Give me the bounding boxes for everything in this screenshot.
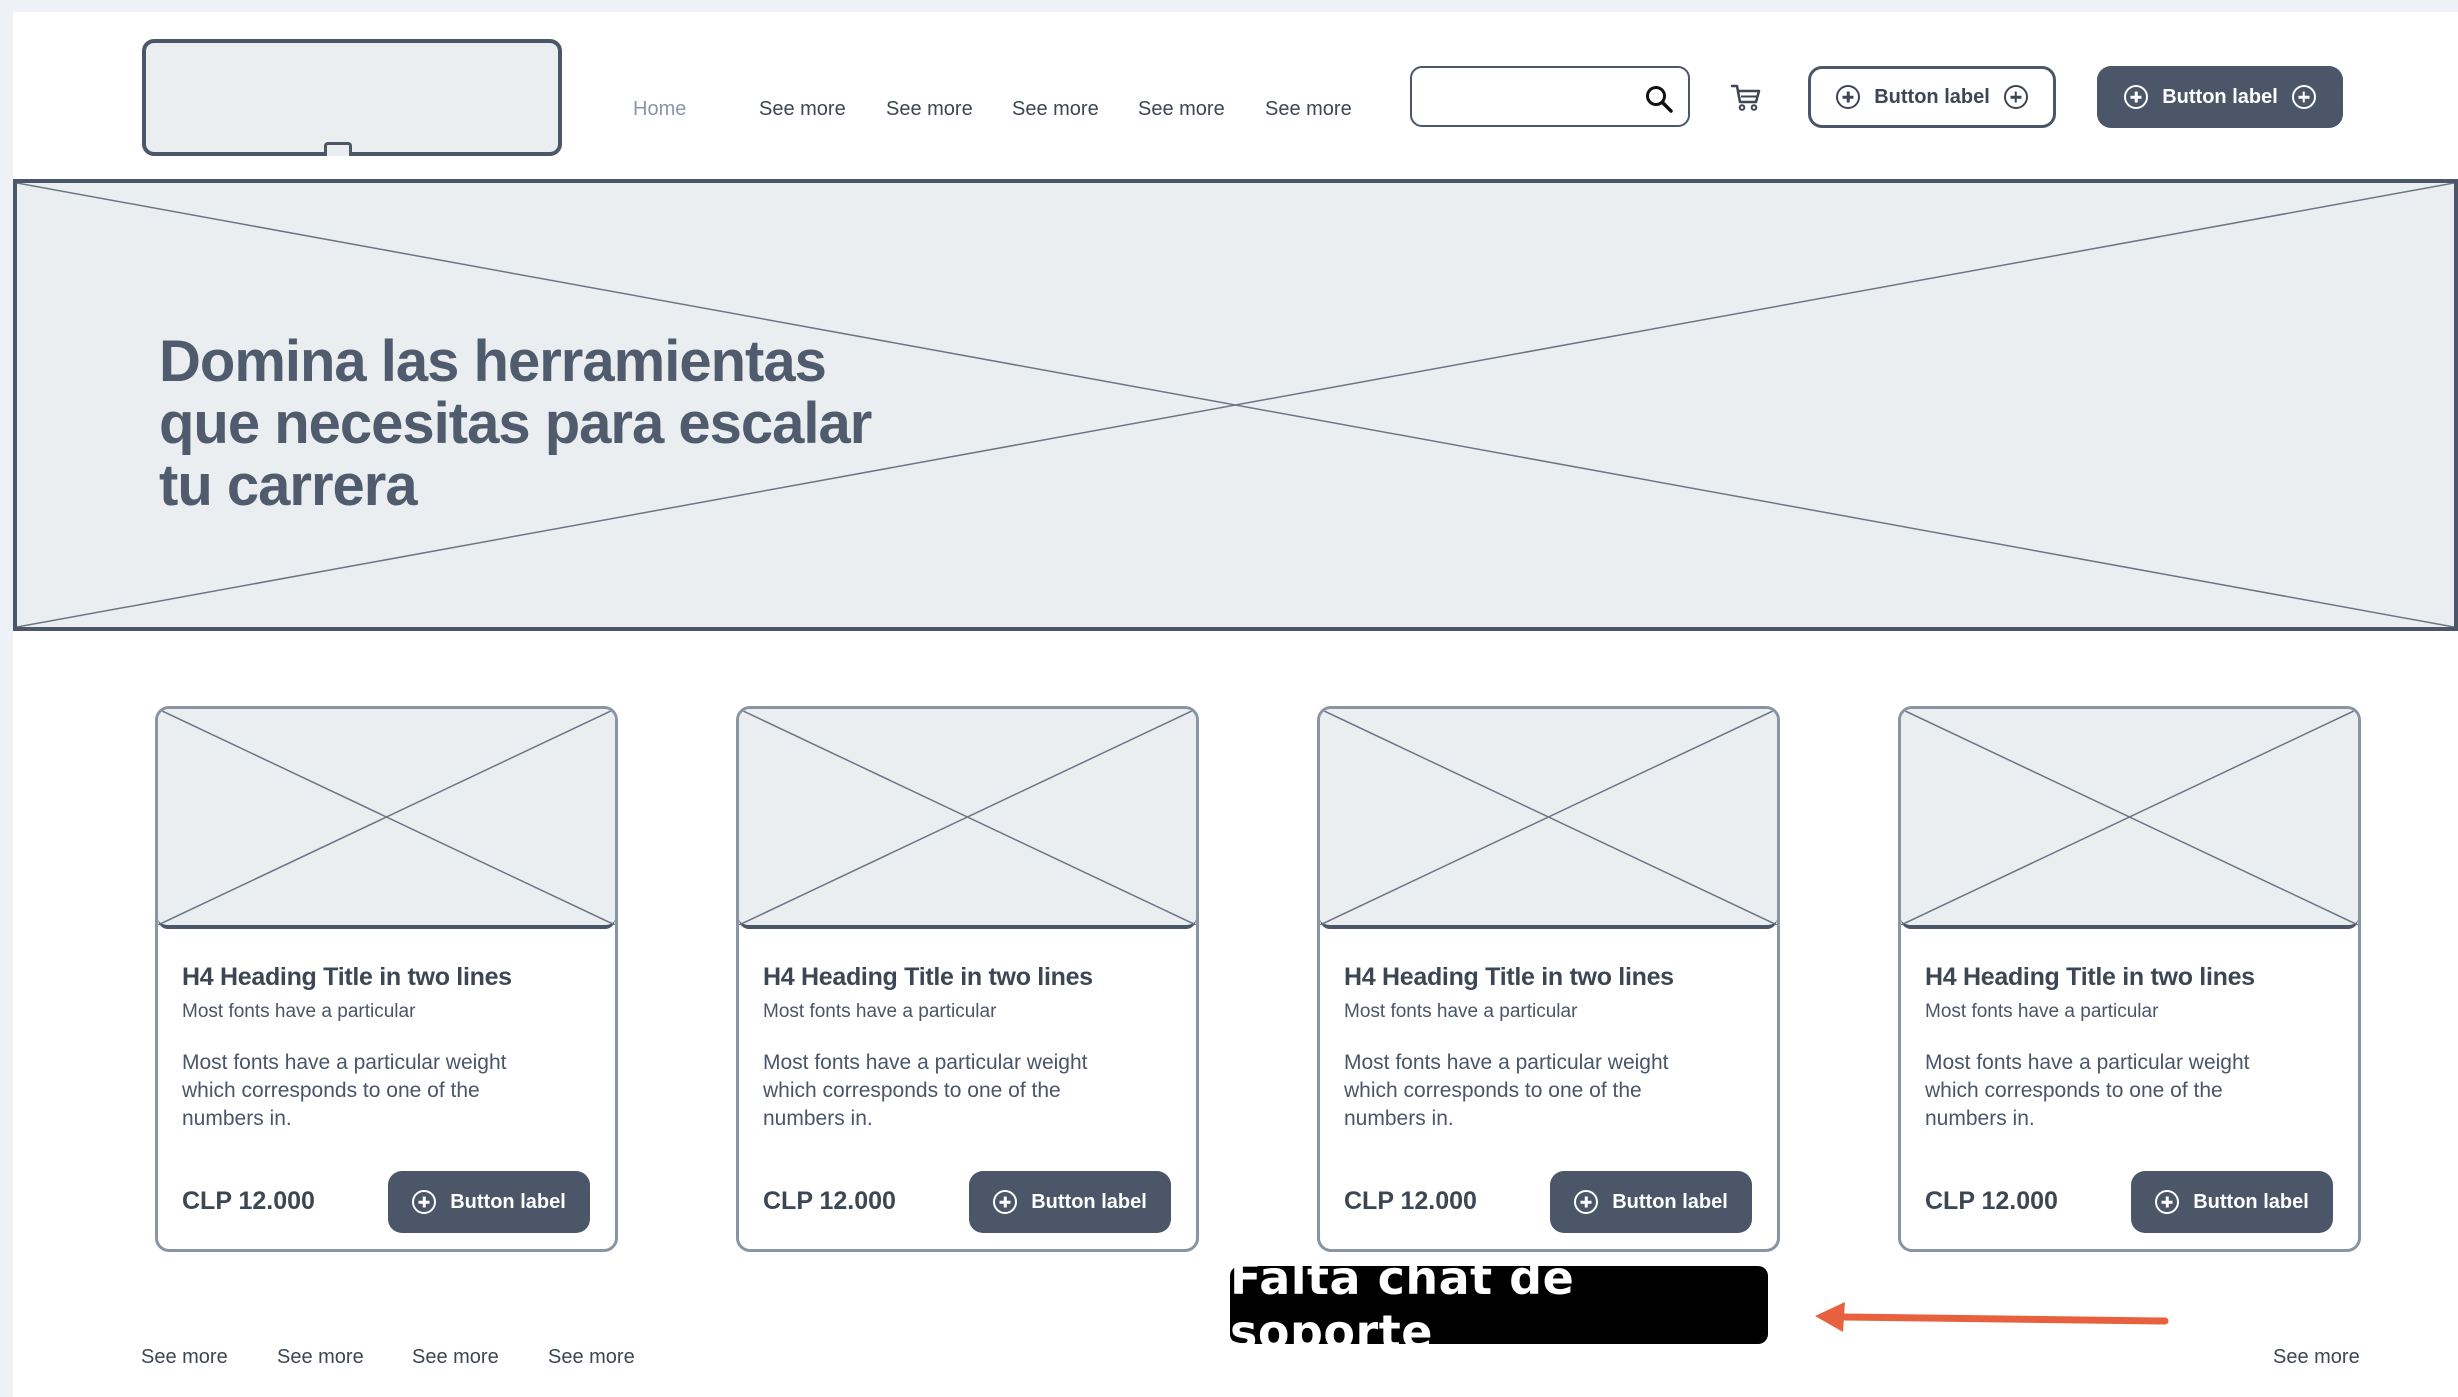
card-button-label: Button label (1031, 1190, 1147, 1213)
review-callout: Falta chat de soporte (1230, 1251, 1768, 1359)
footer-see-more-link[interactable]: See more (2273, 1346, 2360, 1369)
plus-circle-icon (2124, 85, 2149, 109)
logo-handle-icon (324, 142, 352, 156)
card-image-placeholder (739, 709, 1196, 929)
search-box[interactable] (1410, 66, 1690, 127)
card-add-button[interactable]: Button label (2131, 1171, 2333, 1233)
card-price: CLP 12.000 (763, 1187, 896, 1215)
plus-circle-icon (2155, 1190, 2180, 1214)
product-card[interactable]: H4 Heading Title in two lines Most fonts… (1898, 706, 2361, 1252)
card-image-placeholder (1320, 709, 1777, 929)
primary-button[interactable]: Button label (2097, 66, 2343, 128)
primary-button-label: Button label (2162, 85, 2278, 108)
hero-title: Domina las herramientas que necesitas pa… (159, 331, 919, 517)
nav-see-more-link[interactable]: See more (759, 98, 846, 121)
product-card[interactable]: H4 Heading Title in two lines Most fonts… (736, 706, 1199, 1252)
card-description: Most fonts have a particular weight whic… (763, 1051, 1088, 1130)
card-add-button[interactable]: Button label (1550, 1171, 1752, 1233)
card-title: H4 Heading Title in two lines (1925, 963, 2255, 991)
card-price: CLP 12.000 (1925, 1187, 2058, 1215)
card-subtitle: Most fonts have a particular (1344, 1001, 1578, 1022)
nav-see-more-link[interactable]: See more (1138, 98, 1225, 121)
image-placeholder-icon (1320, 709, 1777, 925)
plus-circle-icon (412, 1190, 437, 1214)
card-price: CLP 12.000 (1344, 1187, 1477, 1215)
card-price: CLP 12.000 (182, 1187, 315, 1215)
arrow-left-icon (1815, 1302, 2169, 1332)
hero-title-line: tu carrera (159, 453, 418, 518)
plus-circle-icon (993, 1190, 1018, 1214)
plus-circle-icon (1836, 85, 1861, 109)
hero-title-line: Domina las herramientas (159, 329, 827, 394)
card-image-placeholder (1901, 709, 2358, 929)
footer-see-more-link[interactable]: See more (277, 1346, 364, 1369)
outline-button[interactable]: Button label (1808, 66, 2056, 128)
logo-placeholder[interactable] (142, 39, 562, 156)
card-image-placeholder (158, 709, 615, 929)
page-canvas: Home See more See more See more See more… (13, 12, 2458, 1397)
search-icon[interactable] (1644, 84, 1674, 114)
nav-see-more-link[interactable]: See more (1265, 98, 1352, 121)
card-add-button[interactable]: Button label (969, 1171, 1171, 1233)
plus-circle-icon (2291, 85, 2316, 109)
card-description: Most fonts have a particular weight whic… (182, 1051, 507, 1130)
card-subtitle: Most fonts have a particular (763, 1001, 997, 1022)
product-card[interactable]: H4 Heading Title in two lines Most fonts… (1317, 706, 1780, 1252)
nav-home-link[interactable]: Home (633, 98, 686, 121)
plus-circle-icon (1574, 1190, 1599, 1214)
footer-see-more-link[interactable]: See more (412, 1346, 499, 1369)
card-title: H4 Heading Title in two lines (1344, 963, 1674, 991)
image-placeholder-icon (1901, 709, 2358, 925)
image-placeholder-icon (158, 709, 615, 925)
card-add-button[interactable]: Button label (388, 1171, 590, 1233)
card-subtitle: Most fonts have a particular (182, 1001, 416, 1022)
cart-icon[interactable] (1730, 82, 1762, 112)
hero-title-line: que necesitas para escalar (159, 391, 872, 456)
card-button-label: Button label (1612, 1190, 1728, 1213)
footer-see-more-link[interactable]: See more (141, 1346, 228, 1369)
search-input[interactable] (1428, 80, 1638, 114)
card-button-label: Button label (450, 1190, 566, 1213)
card-subtitle: Most fonts have a particular (1925, 1001, 2159, 1022)
card-title: H4 Heading Title in two lines (182, 963, 512, 991)
outline-button-label: Button label (1874, 85, 1990, 108)
card-button-label: Button label (2193, 1190, 2309, 1213)
card-title: H4 Heading Title in two lines (763, 963, 1093, 991)
card-description: Most fonts have a particular weight whic… (1925, 1051, 2250, 1130)
nav-see-more-link[interactable]: See more (1012, 98, 1099, 121)
footer-see-more-link[interactable]: See more (548, 1346, 635, 1369)
hero-banner: Domina las herramientas que necesitas pa… (13, 179, 2458, 631)
card-description: Most fonts have a particular weight whic… (1344, 1051, 1669, 1130)
nav-see-more-link[interactable]: See more (886, 98, 973, 121)
image-placeholder-icon (739, 709, 1196, 925)
product-card[interactable]: H4 Heading Title in two lines Most fonts… (155, 706, 618, 1252)
plus-circle-icon (2003, 85, 2028, 109)
